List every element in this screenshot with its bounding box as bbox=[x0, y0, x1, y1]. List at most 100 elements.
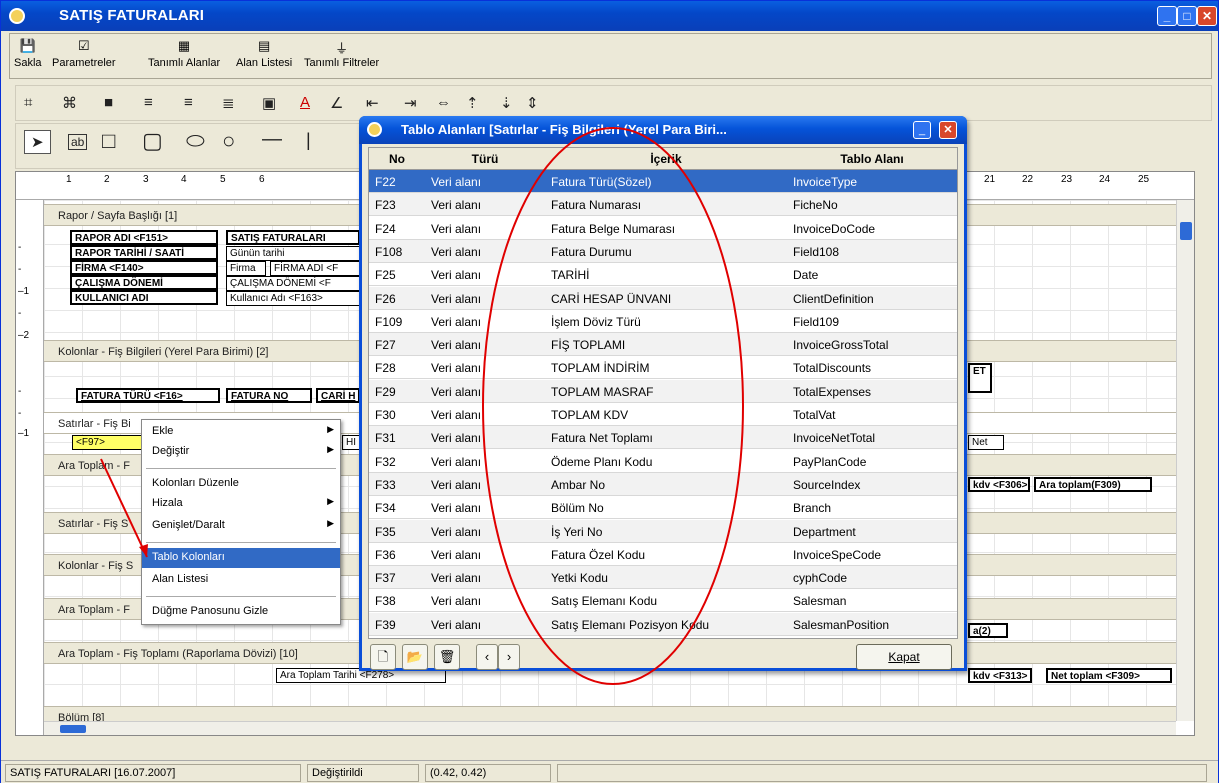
align-left-icon[interactable]: ≡ bbox=[144, 94, 153, 111]
fill-icon[interactable]: ■ bbox=[104, 94, 113, 111]
space-left-icon[interactable]: ⇤ bbox=[366, 94, 379, 112]
font-color-icon[interactable]: A bbox=[300, 94, 310, 111]
field-et[interactable]: ET bbox=[968, 363, 992, 393]
defined-filters-button[interactable]: ⏚ Tanımlı Filtreler bbox=[304, 38, 379, 69]
table-row[interactable]: F23 Veri alanı Fatura Numarası FicheNo bbox=[369, 193, 957, 217]
field-list-button[interactable]: ▤ Alan Listesi bbox=[236, 38, 292, 69]
group-tool-icon[interactable]: ⌘ bbox=[62, 94, 77, 112]
table-row[interactable]: F36 Veri alanı Fatura Özel Kodu InvoiceSpeC… bbox=[369, 543, 957, 566]
field-account-col[interactable]: CARİ H bbox=[316, 388, 360, 403]
save-button[interactable]: 💾 Sakla bbox=[14, 38, 42, 69]
align-tool-icon[interactable]: ⌗ bbox=[24, 94, 32, 111]
dialog-title-bar[interactable]: Tablo Alanları [Satırlar - Fiş Bilgileri… bbox=[359, 116, 967, 144]
rounded-rect-icon[interactable]: ▢ bbox=[142, 128, 163, 154]
field-a2[interactable]: a(2) bbox=[968, 623, 1008, 638]
parameters-button[interactable]: ☑ Parametreler bbox=[52, 38, 116, 69]
table-row[interactable]: F34 Veri alanı Bölüm No Branch bbox=[369, 496, 957, 520]
cell-no: F28 bbox=[375, 361, 396, 376]
field-report-date[interactable]: RAPOR TARİHİ / SAATİ bbox=[70, 245, 218, 260]
kapat-button[interactable]: Kapat bbox=[856, 644, 952, 670]
text-tool-icon[interactable]: ab bbox=[68, 134, 88, 150]
menu-item-align[interactable]: Hizala ▶ bbox=[142, 494, 340, 514]
table-row[interactable]: F109 Veri alanı İşlem Döviz Türü Field109 bbox=[369, 310, 957, 333]
menu-item-hide-button-panel[interactable]: Düğme Panosunu Gizle bbox=[142, 602, 340, 622]
menu-item-field-list[interactable]: Alan Listesi bbox=[142, 570, 340, 590]
field-user[interactable]: KULLANICI ADI bbox=[70, 290, 218, 305]
field-period-small[interactable]: ÇALIŞMA DÖNEMİ <F bbox=[226, 276, 360, 291]
open-folder-icon[interactable]: 📂 bbox=[402, 644, 428, 670]
submenu-arrow-icon: ▶ bbox=[327, 518, 334, 528]
menu-item-expand-collapse[interactable]: Genişlet/Daralt ▶ bbox=[142, 516, 340, 536]
field-period[interactable]: ÇALIŞMA DÖNEMİ bbox=[70, 275, 218, 290]
defined-fields-button[interactable]: ▦ Tanımlı Alanlar bbox=[148, 38, 220, 69]
table-row[interactable]: F39 Veri alanı Satış Elemanı Pozisyon Kodu… bbox=[369, 612, 957, 636]
field-user-small[interactable]: Kullanıcı Adı <F163> bbox=[226, 291, 360, 306]
field-firm-name[interactable]: FİRMA ADI <F bbox=[270, 261, 360, 276]
align-right-icon[interactable]: ≣ bbox=[222, 94, 235, 112]
table-row[interactable]: F38 Veri alanı Satış Elemanı Kodu Salesman bbox=[369, 589, 957, 613]
border-icon[interactable]: ▣ bbox=[262, 94, 276, 112]
table-row[interactable]: F35 Veri alanı İş Yeri No Department bbox=[369, 519, 957, 543]
column-header-content[interactable]: İçerik bbox=[545, 152, 787, 166]
table-row[interactable]: F108 Veri alanı Fatura Durumu Field108 bbox=[369, 239, 957, 263]
maximize-button[interactable]: □ bbox=[1177, 6, 1197, 26]
table-row[interactable]: F31 Veri alanı Fatura Net Toplamı InvoiceNe… bbox=[369, 426, 957, 450]
space-vertical-icon[interactable]: ⇕ bbox=[526, 94, 539, 112]
space-right-icon[interactable]: ⇥ bbox=[404, 94, 417, 112]
field-net309[interactable]: Net toplam <F309> bbox=[1046, 668, 1172, 683]
menu-item-edit-columns[interactable]: Kolonları Düzenle bbox=[142, 474, 340, 494]
new-document-icon[interactable]: 🗋 bbox=[370, 644, 396, 670]
vline-icon[interactable]: | bbox=[306, 130, 311, 151]
column-header-table-field[interactable]: Tablo Alanı bbox=[787, 152, 957, 166]
field-firm-small[interactable]: Firma bbox=[226, 261, 266, 276]
close-button[interactable]: ✕ bbox=[1197, 6, 1217, 26]
table-row[interactable]: F22 Veri alanı Fatura Türü(Sözel) InvoiceTy… bbox=[369, 170, 957, 193]
table-row[interactable]: F32 Veri alanı Ödeme Planı Kodu PayPlanCode bbox=[369, 450, 957, 473]
pointer-icon[interactable]: ➤ bbox=[24, 130, 51, 154]
dialog-close-button[interactable]: ✕ bbox=[939, 121, 957, 139]
field-invoice-type-col[interactable]: FATURA TÜRÜ <F16> bbox=[76, 388, 220, 403]
table-row[interactable]: F33 Veri alanı Ambar No SourceIndex bbox=[369, 472, 957, 496]
dialog-minimize-button[interactable]: _ bbox=[913, 121, 931, 139]
space-equal-icon[interactable]: ⇔ bbox=[436, 94, 451, 111]
circle-icon[interactable]: ○ bbox=[222, 128, 235, 154]
field-firm[interactable]: FİRMA <F140> bbox=[70, 260, 218, 275]
menu-item-add[interactable]: Ekle ▶ bbox=[142, 422, 340, 442]
field-kdv313[interactable]: kdv <F313> bbox=[968, 668, 1032, 683]
minimize-button[interactable]: _ bbox=[1157, 6, 1177, 26]
menu-item-change[interactable]: Değiştir ▶ bbox=[142, 442, 340, 462]
title-bar[interactable]: SATIŞ FATURALARI _ □ ✕ bbox=[1, 1, 1218, 31]
field-report-title[interactable]: SATIŞ FATURALARI bbox=[226, 230, 360, 245]
table-row[interactable]: F27 Veri alanı FİŞ TOPLAMI InvoiceGrossTota… bbox=[369, 333, 957, 357]
field-invoice-no-col[interactable]: FATURA NO bbox=[226, 388, 312, 403]
scroll-right-icon[interactable]: › bbox=[498, 644, 520, 670]
field-kdv306[interactable]: kdv <F306> bbox=[968, 477, 1030, 492]
menu-item-table-columns[interactable]: Tablo Kolonları bbox=[142, 548, 340, 568]
table-row[interactable]: F30 Veri alanı TOPLAM KDV TotalVat bbox=[369, 403, 957, 426]
ellipse-icon[interactable]: ⬭ bbox=[186, 128, 205, 154]
table-row[interactable]: F24 Veri alanı Fatura Belge Numarası Invoic… bbox=[369, 217, 957, 240]
trash-icon[interactable]: 🗑 bbox=[434, 644, 460, 670]
table-row[interactable]: F29 Veri alanı TOPLAM MASRAF TotalExpenses bbox=[369, 379, 957, 403]
rotate-icon[interactable]: ∠ bbox=[330, 94, 343, 112]
column-header-type[interactable]: Türü bbox=[425, 152, 545, 166]
table-row[interactable]: F26 Veri alanı CARİ HESAP ÜNVANI ClientDefi… bbox=[369, 286, 957, 310]
space-down-icon[interactable]: ⇣ bbox=[500, 94, 513, 112]
scroll-left-icon[interactable]: ‹ bbox=[476, 644, 498, 670]
align-center-icon[interactable]: ≡ bbox=[184, 94, 193, 111]
line-icon[interactable]: — bbox=[262, 128, 282, 151]
space-up-icon[interactable]: ⇡ bbox=[466, 94, 479, 112]
horizontal-scrollbar[interactable] bbox=[44, 721, 1176, 735]
table-row[interactable]: F25 Veri alanı TARİHİ Date bbox=[369, 263, 957, 287]
vertical-scrollbar[interactable] bbox=[1176, 200, 1194, 721]
vscroll-thumb[interactable] bbox=[1180, 222, 1192, 240]
table-row[interactable]: F37 Veri alanı Yetki Kodu cyphCode bbox=[369, 566, 957, 590]
field-report-name[interactable]: RAPOR ADI <F151> bbox=[70, 230, 218, 245]
field-subtotal309[interactable]: Ara toplam(F309) bbox=[1034, 477, 1152, 492]
table-row[interactable]: F28 Veri alanı TOPLAM İNDİRİM TotalDiscount… bbox=[369, 356, 957, 380]
field-today[interactable]: Günün tarihi bbox=[226, 246, 360, 261]
hscroll-thumb[interactable] bbox=[60, 725, 86, 733]
rectangle-icon[interactable]: □ bbox=[102, 128, 115, 154]
column-header-no[interactable]: No bbox=[369, 152, 425, 166]
field-net[interactable]: Net bbox=[968, 435, 1004, 450]
